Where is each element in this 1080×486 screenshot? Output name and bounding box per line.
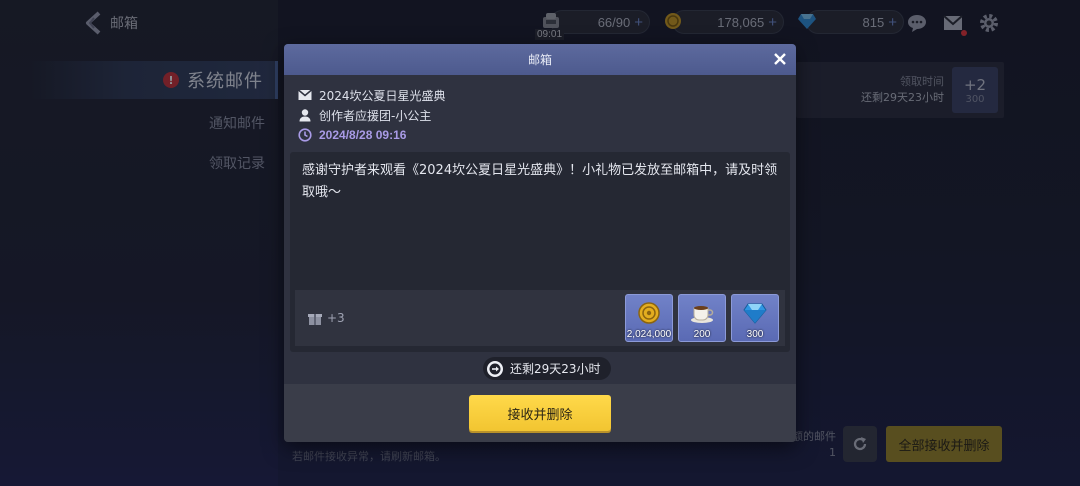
close-icon[interactable] bbox=[772, 51, 788, 67]
diamond-gem-icon bbox=[743, 303, 767, 324]
mail-meta: 2024坎公夏日星光盛典 创作者应援团-小公主 2024/8/28 09:16 bbox=[284, 75, 796, 145]
attachment-item-gems[interactable]: 300 bbox=[731, 294, 779, 342]
expiry-badge: 还剩29天23小时 bbox=[483, 357, 611, 380]
mail-date-row: 2024/8/28 09:16 bbox=[298, 125, 782, 145]
gift-icon bbox=[308, 314, 322, 325]
mail-date: 2024/8/28 09:16 bbox=[319, 128, 407, 142]
mail-sender-row: 创作者应援团-小公主 bbox=[298, 105, 782, 125]
coffee-cup-icon bbox=[691, 306, 714, 323]
mail-subject: 2024坎公夏日星光盛典 bbox=[319, 88, 446, 103]
expiry-text: 还剩29天23小时 bbox=[510, 362, 601, 376]
dialog-header: 邮箱 bbox=[284, 44, 796, 75]
envelope-icon bbox=[298, 89, 312, 100]
receive-and-delete-button[interactable]: 接收并删除 bbox=[469, 395, 611, 431]
person-icon bbox=[299, 109, 311, 122]
dialog-title: 邮箱 bbox=[527, 53, 552, 67]
item-quantity: 300 bbox=[746, 329, 764, 340]
extra-gift-count: +3 bbox=[327, 311, 345, 325]
item-quantity: 200 bbox=[693, 329, 711, 340]
attachment-item-coins[interactable]: 2,024,000 bbox=[625, 294, 673, 342]
mail-detail-dialog: 邮箱 2024坎公夏日星光盛典 创作者应援团-小公主 2024/8/28 09:… bbox=[284, 44, 796, 442]
clock-icon bbox=[298, 128, 312, 142]
mail-content: 感谢守护者来观看《2024坎公夏日星光盛典》！小礼物已发放至邮箱中，请及时领取哦… bbox=[290, 152, 790, 352]
mail-sender: 创作者应援团-小公主 bbox=[319, 108, 432, 123]
attachment-items: 2,024,000 200 300 bbox=[625, 294, 779, 342]
timer-icon bbox=[487, 360, 503, 377]
mail-body: 感谢守护者来观看《2024坎公夏日星光盛典》！小礼物已发放至邮箱中，请及时领取哦… bbox=[302, 163, 778, 200]
extra-gifts[interactable]: +3 bbox=[307, 310, 345, 326]
gold-coin-icon bbox=[638, 302, 660, 324]
attachment-bar: +3 2,024,000 200 300 bbox=[295, 290, 785, 346]
attachment-item-coffee[interactable]: 200 bbox=[678, 294, 726, 342]
item-quantity: 2,024,000 bbox=[626, 329, 672, 340]
mail-subject-row: 2024坎公夏日星光盛典 bbox=[298, 85, 782, 105]
dialog-footer: 接收并删除 bbox=[284, 384, 796, 442]
